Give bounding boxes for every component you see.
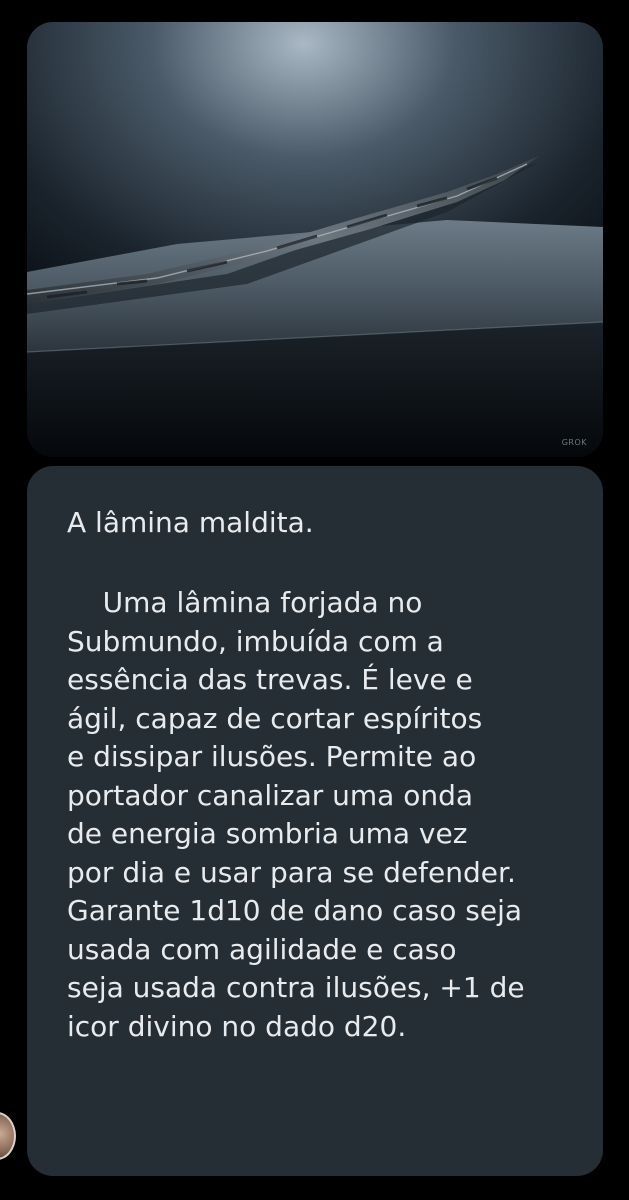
message-body: Uma lâmina forjada no Submundo, imbuída … (67, 586, 525, 1043)
image-watermark: GROK (561, 438, 587, 447)
attached-image[interactable]: GROK (27, 22, 603, 457)
message-title: A lâmina maldita. (67, 506, 314, 539)
chat-screen: GROK A lâmina maldita. Uma lâmina forjad… (0, 0, 629, 1200)
cursed-blade-image (27, 22, 603, 457)
message-bubble: A lâmina maldita. Uma lâmina forjada no … (27, 466, 603, 1176)
avatar[interactable] (0, 1112, 16, 1160)
